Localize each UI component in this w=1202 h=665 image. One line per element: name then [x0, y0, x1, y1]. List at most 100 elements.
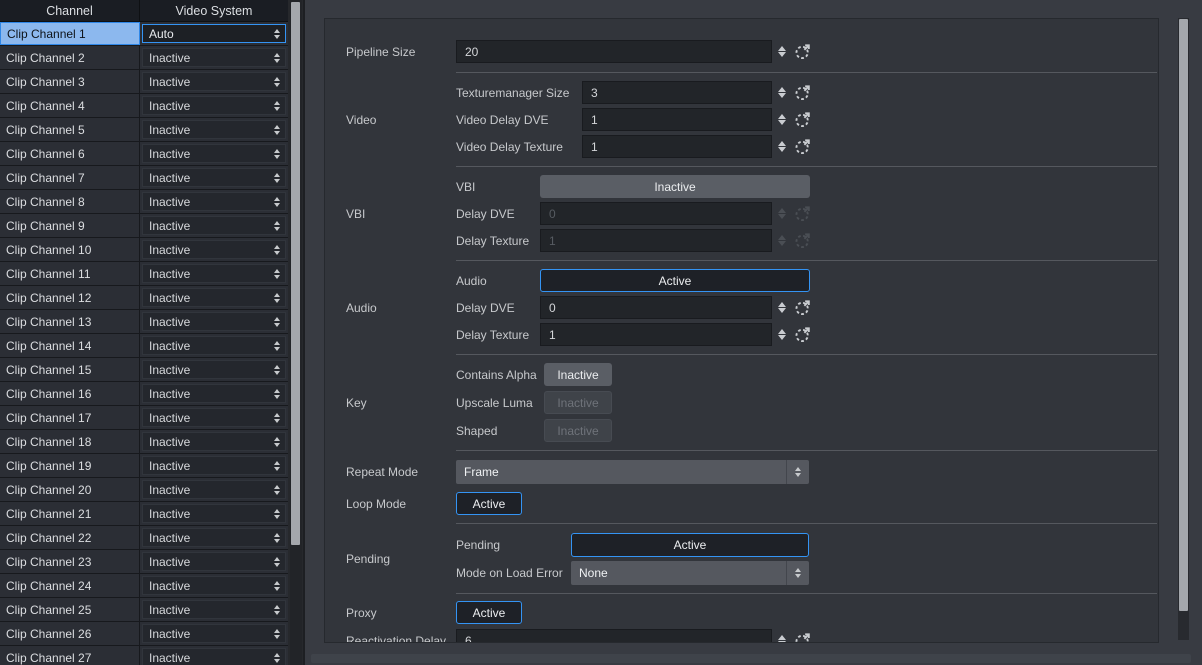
video-system-select[interactable]: Inactive: [142, 648, 286, 665]
texturemanager-size-stepper[interactable]: [775, 87, 789, 98]
video-system-select[interactable]: Inactive: [142, 312, 286, 331]
audio-toggle[interactable]: Active: [540, 269, 810, 292]
channel-name-cell[interactable]: Clip Channel 6: [0, 142, 140, 165]
channel-name-cell[interactable]: Clip Channel 13: [0, 310, 140, 333]
pipeline-size-input[interactable]: 20: [456, 40, 772, 63]
channel-name-cell[interactable]: Clip Channel 8: [0, 190, 140, 213]
video-system-select[interactable]: Inactive: [142, 168, 286, 187]
channel-name-cell[interactable]: Clip Channel 21: [0, 502, 140, 525]
texturemanager-size-input[interactable]: 3: [582, 81, 772, 104]
channel-row[interactable]: Clip Channel 16 Inactive: [0, 382, 288, 406]
channel-row[interactable]: Clip Channel 22 Inactive: [0, 526, 288, 550]
video-delay-dve-reset-icon[interactable]: [794, 111, 811, 128]
channel-name-cell[interactable]: Clip Channel 19: [0, 454, 140, 477]
channel-row[interactable]: Clip Channel 23 Inactive: [0, 550, 288, 574]
channel-row[interactable]: Clip Channel 17 Inactive: [0, 406, 288, 430]
channel-row[interactable]: Clip Channel 11 Inactive: [0, 262, 288, 286]
stepper-down-icon[interactable]: [778, 52, 786, 57]
channel-row[interactable]: Clip Channel 7 Inactive: [0, 166, 288, 190]
stepper-up-icon[interactable]: [778, 46, 786, 51]
video-system-select[interactable]: Inactive: [142, 408, 286, 427]
video-system-select[interactable]: Inactive: [142, 528, 286, 547]
channel-row[interactable]: Clip Channel 26 Inactive: [0, 622, 288, 646]
video-system-select[interactable]: Inactive: [142, 600, 286, 619]
channel-name-cell[interactable]: Clip Channel 26: [0, 622, 140, 645]
channel-name-cell[interactable]: Clip Channel 20: [0, 478, 140, 501]
pending-toggle[interactable]: Active: [571, 533, 809, 557]
video-delay-dve-input[interactable]: 1: [582, 108, 772, 131]
video-delay-texture-stepper[interactable]: [775, 141, 789, 152]
video-system-select[interactable]: Inactive: [142, 504, 286, 523]
channel-row[interactable]: Clip Channel 4 Inactive: [0, 94, 288, 118]
channel-row[interactable]: Clip Channel 3 Inactive: [0, 70, 288, 94]
channel-name-cell[interactable]: Clip Channel 25: [0, 598, 140, 621]
contains-alpha-toggle[interactable]: Inactive: [544, 363, 612, 386]
video-delay-texture-reset-icon[interactable]: [794, 138, 811, 155]
video-system-select[interactable]: Inactive: [142, 216, 286, 235]
video-system-select[interactable]: Inactive: [142, 336, 286, 355]
reactivation-delay-input[interactable]: 6: [456, 629, 772, 643]
channel-name-cell[interactable]: Clip Channel 1: [0, 22, 140, 45]
channel-name-cell[interactable]: Clip Channel 17: [0, 406, 140, 429]
channel-row[interactable]: Clip Channel 8 Inactive: [0, 190, 288, 214]
repeat-mode-select[interactable]: Frame: [456, 460, 809, 484]
channel-row[interactable]: Clip Channel 20 Inactive: [0, 478, 288, 502]
audio-delay-texture-stepper[interactable]: [775, 329, 789, 340]
channel-name-cell[interactable]: Clip Channel 4: [0, 94, 140, 117]
channel-name-cell[interactable]: Clip Channel 22: [0, 526, 140, 549]
audio-delay-dve-stepper[interactable]: [775, 302, 789, 313]
audio-delay-dve-reset-icon[interactable]: [794, 299, 811, 316]
channel-name-cell[interactable]: Clip Channel 14: [0, 334, 140, 357]
channel-name-cell[interactable]: Clip Channel 16: [0, 382, 140, 405]
reactivation-delay-stepper[interactable]: [775, 635, 789, 643]
channel-name-cell[interactable]: Clip Channel 11: [0, 262, 140, 285]
channel-name-cell[interactable]: Clip Channel 12: [0, 286, 140, 309]
video-system-select[interactable]: Inactive: [142, 96, 286, 115]
video-delay-dve-stepper[interactable]: [775, 114, 789, 125]
video-system-select[interactable]: Inactive: [142, 480, 286, 499]
video-system-select[interactable]: Inactive: [142, 72, 286, 91]
channel-list-scrollbar[interactable]: [290, 0, 302, 665]
video-system-select[interactable]: Inactive: [142, 48, 286, 67]
vbi-toggle[interactable]: Inactive: [540, 175, 810, 198]
video-system-select[interactable]: Inactive: [142, 120, 286, 139]
proxy-toggle[interactable]: Active: [456, 601, 522, 624]
video-system-select[interactable]: Inactive: [142, 576, 286, 595]
channel-row[interactable]: Clip Channel 2 Inactive: [0, 46, 288, 70]
video-system-select[interactable]: Inactive: [142, 360, 286, 379]
video-system-select[interactable]: Auto: [142, 24, 286, 43]
channel-row[interactable]: Clip Channel 1 Auto: [0, 22, 288, 46]
loop-mode-toggle[interactable]: Active: [456, 492, 522, 515]
channel-name-cell[interactable]: Clip Channel 15: [0, 358, 140, 381]
scrollbar-thumb[interactable]: [1179, 19, 1188, 611]
channel-name-cell[interactable]: Clip Channel 23: [0, 550, 140, 573]
channel-row[interactable]: Clip Channel 14 Inactive: [0, 334, 288, 358]
channel-row[interactable]: Clip Channel 12 Inactive: [0, 286, 288, 310]
video-system-select[interactable]: Inactive: [142, 288, 286, 307]
channel-row[interactable]: Clip Channel 5 Inactive: [0, 118, 288, 142]
channel-row[interactable]: Clip Channel 6 Inactive: [0, 142, 288, 166]
mode-on-load-error-select[interactable]: None: [571, 561, 809, 585]
channel-row[interactable]: Clip Channel 9 Inactive: [0, 214, 288, 238]
channel-row[interactable]: Clip Channel 25 Inactive: [0, 598, 288, 622]
reactivation-delay-reset-icon[interactable]: [794, 632, 811, 643]
scrollbar-thumb[interactable]: [291, 2, 300, 545]
settings-horizontal-scrollbar[interactable]: [311, 654, 1191, 663]
video-system-select[interactable]: Inactive: [142, 192, 286, 211]
video-system-select[interactable]: Inactive: [142, 240, 286, 259]
channel-row[interactable]: Clip Channel 21 Inactive: [0, 502, 288, 526]
video-system-select[interactable]: Inactive: [142, 144, 286, 163]
channel-name-cell[interactable]: Clip Channel 7: [0, 166, 140, 189]
pipeline-size-stepper[interactable]: [775, 46, 789, 57]
video-system-select[interactable]: Inactive: [142, 432, 286, 451]
video-system-select[interactable]: Inactive: [142, 552, 286, 571]
channel-name-cell[interactable]: Clip Channel 24: [0, 574, 140, 597]
pipeline-size-reset-icon[interactable]: [794, 43, 811, 60]
video-system-select[interactable]: Inactive: [142, 624, 286, 643]
channel-row[interactable]: Clip Channel 15 Inactive: [0, 358, 288, 382]
channel-name-cell[interactable]: Clip Channel 5: [0, 118, 140, 141]
channel-name-cell[interactable]: Clip Channel 2: [0, 46, 140, 69]
video-delay-texture-input[interactable]: 1: [582, 135, 772, 158]
channel-name-cell[interactable]: Clip Channel 18: [0, 430, 140, 453]
video-system-select[interactable]: Inactive: [142, 384, 286, 403]
